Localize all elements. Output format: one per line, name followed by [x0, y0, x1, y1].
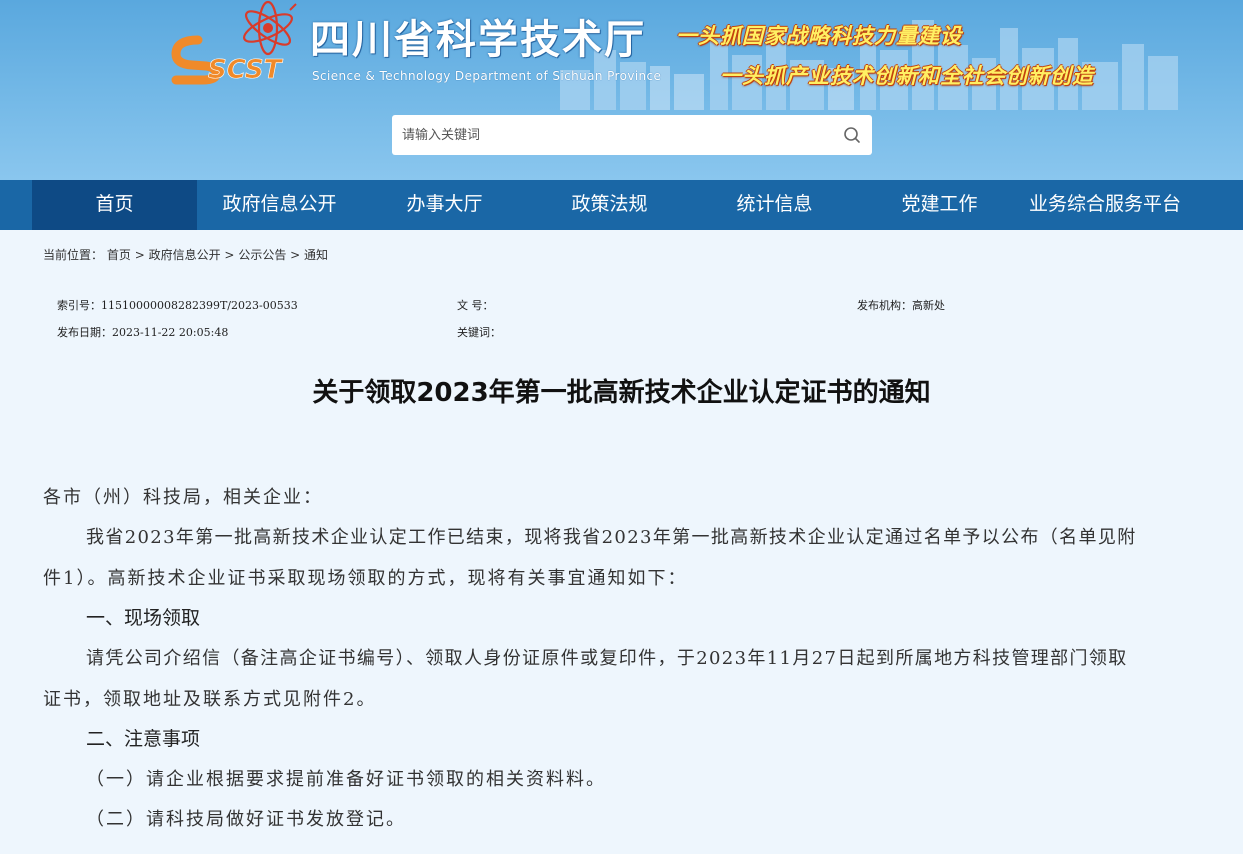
search-icon[interactable]	[840, 123, 864, 147]
breadcrumb-prefix: 当前位置：	[43, 248, 104, 262]
meta-index-label: 索引号：	[57, 299, 101, 312]
breadcrumb-gov-info[interactable]: 政府信息公开	[149, 248, 221, 262]
nav-item-home[interactable]: 首页	[32, 180, 197, 230]
article-salutation: 各市（州）科技局，相关企业：	[43, 487, 323, 508]
meta-keywords-label: 关键词：	[457, 326, 501, 339]
meta-publisher: 发布机构：高新处	[857, 297, 945, 313]
article-title: 关于领取2023年第一批高新技术企业认定证书的通知	[312, 378, 931, 408]
article-paragraph-2-line-2: 证书，领取地址及联系方式见附件2。	[43, 689, 377, 710]
meta-date: 发布日期：2023-11-22 20:05:48	[57, 324, 228, 340]
breadcrumb-sep: >	[134, 248, 145, 262]
breadcrumb-home[interactable]: 首页	[107, 248, 131, 262]
slogan-line-2: 一头抓产业技术创新和全社会创新创造	[720, 64, 1094, 88]
nav-item-service-hall[interactable]: 办事大厅	[362, 180, 527, 230]
meta-publisher-label: 发布机构：	[857, 299, 912, 312]
meta-index-value: 11510000008282399T/2023-00533	[101, 299, 298, 312]
city-skyline-image	[560, 20, 1178, 110]
article-paragraph-1-line-2: 件1）。高新技术企业证书采取现场领取的方式，现将有关事宜通知如下：	[43, 568, 688, 589]
breadcrumb: 当前位置： 首页 > 政府信息公开 > 公示公告 > 通知	[43, 246, 328, 263]
logo-text: SCST	[208, 55, 284, 85]
article-item-2: （二）请科技局做好证书发放登记。	[86, 809, 406, 830]
nav-item-business-platform[interactable]: 业务综合服务平台	[1017, 180, 1193, 230]
nav-item-party[interactable]: 党建工作	[857, 180, 1022, 230]
meta-doc-no-label: 文 号：	[457, 299, 494, 312]
breadcrumb-announcements[interactable]: 公示公告	[238, 248, 286, 262]
header-banner: SCST 四川省科学技术厅 Science & Technology Depar…	[0, 0, 1243, 180]
meta-publisher-value: 高新处	[912, 299, 945, 312]
site-subtitle: Science & Technology Department of Sichu…	[312, 69, 662, 83]
article-heading-2: 二、注意事项	[86, 728, 201, 750]
scst-logo: SCST	[171, 0, 297, 85]
nav-item-policy[interactable]: 政策法规	[527, 180, 692, 230]
meta-date-value: 2023-11-22 20:05:48	[112, 326, 229, 339]
meta-date-label: 发布日期：	[57, 326, 112, 339]
search-input[interactable]	[392, 115, 822, 155]
meta-index: 索引号：11510000008282399T/2023-00533	[57, 297, 298, 313]
breadcrumb-sep: >	[224, 248, 235, 262]
site-title: 四川省科学技术厅	[310, 17, 646, 63]
slogan-line-1: 一头抓国家战略科技力量建设	[676, 24, 962, 48]
meta-doc-no: 文 号：	[457, 297, 494, 313]
breadcrumb-notices[interactable]: 通知	[304, 248, 328, 262]
article-item-1: （一）请企业根据要求提前准备好证书领取的相关资料料。	[86, 769, 606, 790]
article-paragraph-1-line-1: 我省2023年第一批高新技术企业认定工作已结束，现将我省2023年第一批高新技术…	[86, 527, 1137, 548]
breadcrumb-sep: >	[290, 248, 301, 262]
meta-keywords: 关键词：	[457, 324, 501, 340]
nav-item-statistics[interactable]: 统计信息	[692, 180, 857, 230]
search-box	[392, 115, 872, 155]
main-nav: 首页 政府信息公开 办事大厅 政策法规 统计信息 党建工作 业务综合服务平台	[0, 180, 1243, 230]
article-heading-1: 一、现场领取	[86, 607, 201, 629]
nav-item-gov-info[interactable]: 政府信息公开	[197, 180, 362, 230]
article-paragraph-2-line-1: 请凭公司介绍信（备注高企证书编号）、领取人身份证原件或复印件，于2023年11月…	[86, 648, 1128, 669]
